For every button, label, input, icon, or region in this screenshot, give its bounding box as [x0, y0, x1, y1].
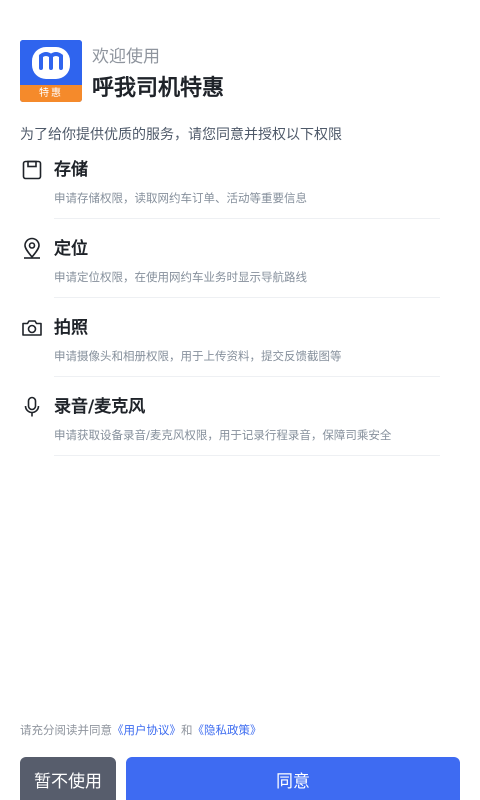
decline-button[interactable]: 暂不使用 [20, 757, 116, 800]
permission-intro: 为了给你提供优质的服务，请您同意并授权以下权限 [20, 127, 342, 143]
permission-desc: 申请定位权限，在使用网约车业务时显示导航路线 [54, 270, 307, 284]
divider [54, 376, 440, 377]
divider [54, 218, 440, 219]
permission-title: 录音/麦克风 [54, 397, 146, 417]
microphone-icon [20, 395, 44, 419]
permission-desc: 申请摄像头和相册权限，用于上传资料，提交反馈截图等 [54, 349, 342, 363]
permission-desc: 申请获取设备录音/麦克风权限，用于记录行程录音，保障司乘安全 [54, 428, 392, 442]
location-icon [20, 237, 44, 261]
logo-caption: 特惠 [20, 85, 82, 102]
storage-icon [20, 158, 44, 182]
user-agreement-link[interactable]: 《用户协议》 [112, 723, 181, 737]
permission-title: 拍照 [54, 318, 88, 338]
privacy-policy-link[interactable]: 《隐私政策》 [193, 723, 262, 737]
agreement-and: 和 [181, 723, 193, 737]
camera-icon [20, 316, 44, 340]
agreement-prefix: 请充分阅读并同意 [20, 723, 112, 737]
divider [54, 297, 440, 298]
app-logo-icon: 特惠 [20, 40, 82, 102]
permission-desc: 申请存储权限，读取网约车订单、活动等重要信息 [54, 191, 307, 205]
permission-title: 存储 [54, 160, 88, 180]
app-title: 呼我司机特惠 [92, 76, 225, 101]
permission-title: 定位 [54, 239, 88, 259]
welcome-text: 欢迎使用 [92, 47, 160, 67]
app-header: 特惠 欢迎使用 呼我司机特惠 [20, 40, 460, 102]
agree-button[interactable]: 同意 [126, 757, 460, 800]
divider [54, 455, 440, 456]
agreement-notice: 请充分阅读并同意《用户协议》和《隐私政策》 [20, 722, 262, 738]
